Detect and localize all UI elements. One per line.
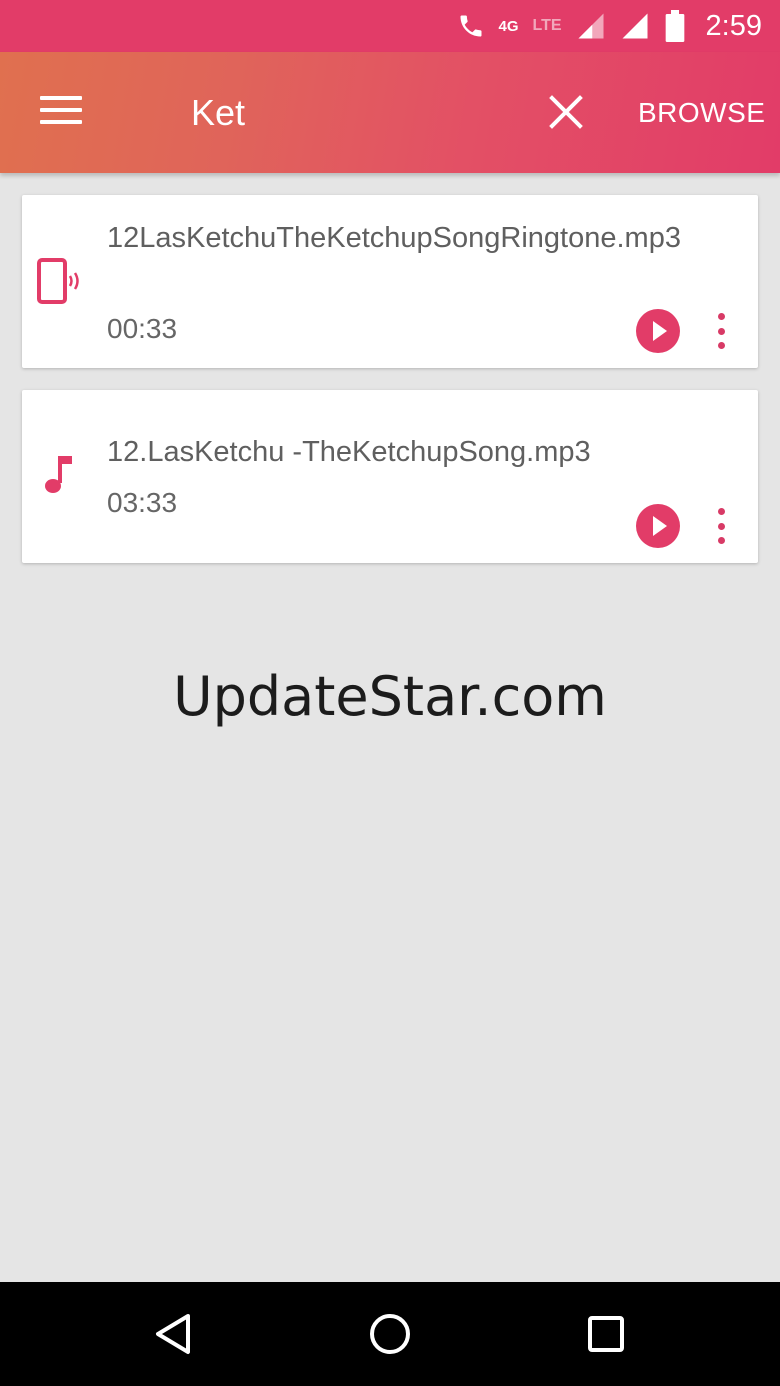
list-item[interactable]: 12.LasKetchu -TheKetchupSong.mp3 03:33: [22, 390, 758, 563]
back-icon[interactable]: [152, 1312, 196, 1356]
recent-apps-icon[interactable]: [584, 1312, 628, 1356]
call-icon: [457, 12, 485, 40]
list-item[interactable]: 12LasKetchuTheKetchupSongRingtone.mp3 00…: [22, 195, 758, 368]
network-type-label: 4G: [498, 17, 519, 35]
status-icons: 4G LTE 2:59: [457, 9, 762, 43]
clock: 2:59: [705, 9, 762, 42]
duration: 03:33: [107, 487, 178, 518]
close-icon[interactable]: [548, 94, 584, 130]
navigation-bar: [0, 1282, 780, 1386]
signal-full-icon: [620, 11, 650, 41]
play-icon[interactable]: [636, 504, 680, 548]
file-name: 12.LasKetchu -TheKetchupSong.mp3: [107, 436, 591, 468]
home-icon[interactable]: [368, 1312, 412, 1356]
browse-button[interactable]: BROWSE: [638, 97, 765, 129]
search-query-title: Ket: [191, 92, 246, 133]
duration: 00:33: [107, 313, 178, 344]
file-name: 12LasKetchuTheKetchupSongRingtone.mp3: [107, 222, 681, 254]
menu-icon[interactable]: [40, 96, 82, 128]
battery-icon: [664, 10, 686, 42]
signal-icon: [576, 11, 606, 41]
app-bar: Ket BROWSE: [0, 52, 780, 173]
play-icon[interactable]: [636, 309, 680, 353]
more-options-icon[interactable]: [712, 313, 730, 349]
status-bar: 4G LTE 2:59: [0, 0, 780, 52]
more-options-icon[interactable]: [712, 508, 730, 544]
watermark-text: UpdateStar.com: [173, 665, 607, 728]
ringtone-icon: [36, 257, 84, 305]
music-note-icon: [36, 452, 84, 500]
lte-label: LTE: [532, 17, 562, 34]
